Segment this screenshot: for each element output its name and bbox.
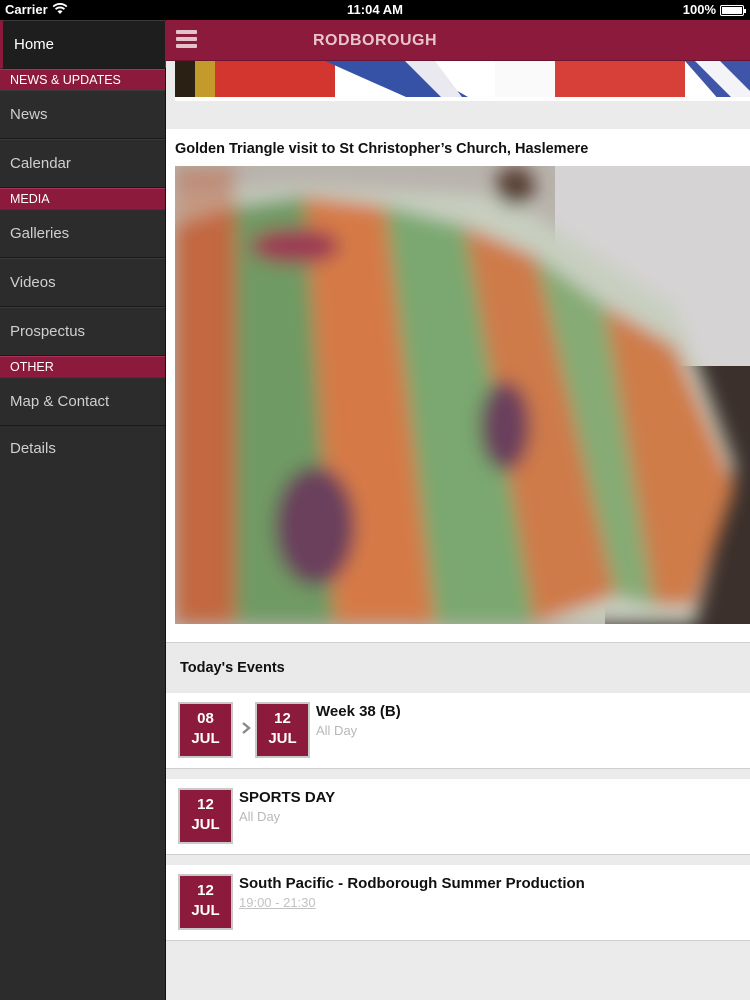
sidebar-item-label: Prospectus	[10, 323, 86, 340]
event-title: Week 38 (B)	[316, 703, 401, 720]
sidebar-item-label: Home	[14, 36, 55, 53]
flag-image	[175, 61, 750, 101]
event-item[interactable]: 08 JUL 12 JUL Week 38 (B) All Day	[166, 693, 750, 769]
sidebar-item-label: Galleries	[10, 225, 70, 242]
sidebar-item-galleries[interactable]: Galleries	[0, 209, 165, 258]
event-time: All Day	[239, 809, 281, 824]
sidebar-section-other: OTHER	[0, 356, 165, 377]
date-day: 08	[197, 710, 214, 727]
top-navigation-bar: RODBOROUGH	[166, 20, 750, 61]
date-day: 12	[197, 882, 214, 899]
event-item[interactable]: 12 JUL South Pacific - Rodborough Summer…	[166, 865, 750, 941]
date-month: JUL	[268, 730, 297, 747]
sidebar-item-map-contact[interactable]: Map & Contact Details	[0, 377, 165, 457]
quilt-photo	[175, 166, 750, 624]
event-time: All Day	[316, 723, 358, 738]
sidebar-item-label: Calendar	[10, 155, 71, 172]
event-start-date: 08 JUL	[178, 702, 233, 758]
main-content: RODBOROUGH Golden Triangle visit to St C…	[166, 20, 750, 1000]
event-time[interactable]: 19:00 - 21:30	[239, 895, 316, 910]
event-item[interactable]: 12 JUL SPORTS DAY All Day	[166, 779, 750, 855]
sidebar-section-news-updates: NEWS & UPDATES	[0, 69, 165, 90]
sidebar-item-videos[interactable]: Videos	[0, 258, 165, 307]
chevron-right-icon	[242, 722, 251, 734]
date-day: 12	[274, 710, 291, 727]
previous-story-image[interactable]	[175, 61, 750, 101]
battery-percent: 100%	[682, 2, 716, 17]
event-title: SPORTS DAY	[239, 789, 336, 806]
app-title: RODBOROUGH	[312, 32, 438, 49]
events-section-title: Today's Events	[180, 660, 285, 676]
sidebar-section-media: MEDIA	[0, 188, 165, 209]
sidebar-item-calendar[interactable]: Calendar	[0, 139, 165, 188]
event-end-date: 12 JUL	[255, 702, 310, 758]
event-start-date: 12 JUL	[178, 788, 233, 844]
todays-events-header: Today's Events	[166, 643, 750, 693]
date-month: JUL	[191, 816, 220, 833]
date-month: JUL	[191, 902, 220, 919]
sidebar-menu: Home NEWS & UPDATES News Calendar MEDIA …	[0, 20, 166, 1000]
story-title: Golden Triangle visit to St Christopher’…	[175, 141, 589, 157]
status-bar: Carrier 11:04 AM 100%	[0, 0, 750, 20]
sidebar-item-news[interactable]: News	[0, 90, 165, 139]
date-day: 12	[197, 796, 214, 813]
sidebar-item-label: News	[10, 106, 48, 123]
sidebar-item-label: Map & Contact Details	[10, 393, 110, 457]
story-image[interactable]	[175, 166, 750, 624]
event-start-date: 12 JUL	[178, 874, 233, 930]
sidebar-item-prospectus[interactable]: Prospectus	[0, 307, 165, 356]
clock: 11:04 AM	[347, 2, 403, 17]
news-story-card[interactable]: Golden Triangle visit to St Christopher’…	[166, 129, 750, 643]
sidebar-item-label: Videos	[10, 274, 56, 291]
sidebar-item-home[interactable]: Home	[0, 20, 166, 69]
date-month: JUL	[191, 730, 220, 747]
event-title: South Pacific - Rodborough Summer Produc…	[239, 875, 585, 892]
battery-icon	[720, 5, 746, 16]
